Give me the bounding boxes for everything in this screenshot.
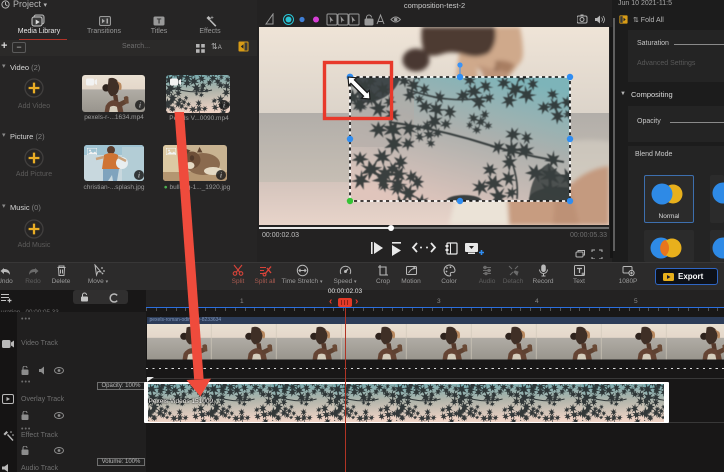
- svg-text:T: T: [157, 17, 162, 26]
- svg-text:i: i: [220, 172, 222, 180]
- svg-text:i: i: [138, 172, 140, 180]
- svg-text:i: i: [223, 102, 225, 110]
- svg-text:i: i: [139, 102, 141, 110]
